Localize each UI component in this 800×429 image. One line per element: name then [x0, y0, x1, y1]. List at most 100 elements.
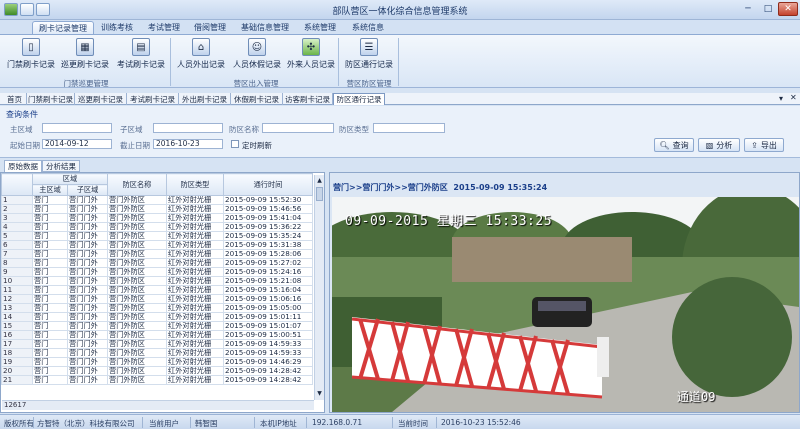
- document-tabs: 首页 门禁刷卡记录 巡更刷卡记录 考试刷卡记录 外出刷卡记录 休假刷卡记录 访客…: [0, 93, 800, 105]
- col-header-sub-area[interactable]: 子区域: [67, 184, 108, 196]
- table-cell: 红外对射光栅: [166, 303, 224, 313]
- end-date-input[interactable]: 2016-10-23: [153, 139, 223, 149]
- grid-horizontal-scrollbar[interactable]: 12617: [2, 400, 314, 410]
- doc-tab-out[interactable]: 外出刷卡记录: [179, 93, 231, 105]
- analyze-button[interactable]: ▧ 分析: [698, 138, 740, 152]
- tab-dropdown-icon[interactable]: ▾: [779, 94, 783, 103]
- table-cell: 营门: [32, 321, 68, 331]
- zone-pass-records-button[interactable]: ☰ 防区通行记录: [344, 38, 394, 74]
- table-cell: 营门外防区: [107, 276, 167, 286]
- scroll-down-icon[interactable]: ▼: [316, 390, 323, 398]
- col-header-pass-time[interactable]: 通行时间: [223, 173, 313, 196]
- table-cell: 营门外防区: [107, 204, 167, 214]
- tab-raw-data[interactable]: 原始数据: [4, 160, 42, 172]
- table-cell: 营门: [32, 357, 68, 367]
- table-row[interactable]: 6 营门 营门门外 营门外防区 红外对射光栅 2015-09-09 15:31:38: [1, 240, 313, 250]
- camp-input[interactable]: [42, 123, 112, 133]
- table-cell: 红外对射光栅: [166, 276, 224, 286]
- table-cell: 营门外防区: [107, 348, 167, 358]
- maximize-button[interactable]: □: [758, 2, 778, 16]
- tab-analysis-result[interactable]: 分析结果: [42, 160, 80, 172]
- zone-name-input[interactable]: [262, 123, 334, 133]
- ribbon-tab-training[interactable]: 训练考核: [96, 21, 138, 34]
- doc-tab-visitor[interactable]: 访客刷卡记录: [283, 93, 333, 105]
- camp-label: 主区域: [10, 125, 33, 134]
- tab-close-icon[interactable]: ✕: [790, 93, 797, 102]
- table-cell: 2015-09-09 15:16:04: [223, 285, 313, 295]
- table-cell: 营门门外: [67, 213, 108, 223]
- ribbon: ▯ 门禁刷卡记录 ▦ 巡更刷卡记录 ▤ 考试刷卡记录 门禁巡更管理 ⌂ 人员外出记录 ☺…: [0, 34, 800, 88]
- col-header-zone-name[interactable]: 防区名称: [107, 173, 167, 196]
- minimize-button[interactable]: ─: [738, 2, 758, 16]
- doc-tab-patrol[interactable]: 巡更刷卡记录: [75, 93, 127, 105]
- table-cell: 营门门外: [67, 249, 108, 259]
- row-number: 7: [1, 249, 33, 259]
- table-row[interactable]: 1 营门 营门门外 营门外防区 红外对射光栅 2015-09-09 15:52:30: [1, 195, 313, 205]
- grid-vertical-scrollbar[interactable]: ▲ ▼: [314, 175, 324, 400]
- table-cell: 营门: [32, 339, 68, 349]
- zone-type-input[interactable]: [373, 123, 445, 133]
- ribbon-tab-system-info[interactable]: 系统信息: [346, 21, 390, 34]
- table-cell: 营门: [32, 240, 68, 250]
- table-row[interactable]: 4 营门 营门门外 营门外防区 红外对射光栅 2015-09-09 15:36:22: [1, 222, 313, 232]
- col-header-zone-type[interactable]: 防区类型: [166, 173, 224, 196]
- scroll-up-icon[interactable]: ▲: [316, 177, 323, 185]
- ribbon-tab-system-admin[interactable]: 系统管理: [298, 21, 342, 34]
- table-row[interactable]: 21 营门 营门门外 营门外防区 红外对射光栅 2015-09-09 14:28:42: [1, 375, 313, 385]
- personnel-out-records-button[interactable]: ⌂ 人员外出记录: [176, 38, 226, 74]
- table-row[interactable]: 3 营门 营门门外 营门外防区 红外对射光栅 2015-09-09 15:41:04: [1, 213, 313, 223]
- table-row[interactable]: 5 营门 营门门外 营门外防区 红外对射光栅 2015-09-09 15:35:24: [1, 231, 313, 241]
- table-cell: 红外对射光栅: [166, 294, 224, 304]
- table-cell: 营门门外: [67, 375, 108, 385]
- visitor-records-button[interactable]: ✣ 外来人员记录: [286, 38, 336, 74]
- start-date-input[interactable]: 2014-09-12: [42, 139, 112, 149]
- doc-tab-zone[interactable]: 防区通行记录: [333, 93, 385, 105]
- doc-tab-home[interactable]: 首页: [3, 93, 27, 105]
- person-icon: ☺: [248, 38, 266, 56]
- personnel-leave-records-button[interactable]: ☺ 人员休假记录: [232, 38, 282, 74]
- ribbon-tab-exams[interactable]: 考试管理: [142, 21, 186, 34]
- table-row[interactable]: 20 营门 营门门外 营门外防区 红外对射光栅 2015-09-09 14:28:42: [1, 366, 313, 376]
- group-label-entry: 营区出入管理: [233, 79, 279, 88]
- table-row[interactable]: 15 营门 营门门外 营门外防区 红外对射光栅 2015-09-09 15:01:07: [1, 321, 313, 331]
- table-row[interactable]: 18 营门 营门门外 营门外防区 红外对射光栅 2015-09-09 14:59:33: [1, 348, 313, 358]
- table-row[interactable]: 10 营门 营门门外 营门外防区 红外对射光栅 2015-09-09 15:21:08: [1, 276, 313, 286]
- ribbon-tab-borrowing[interactable]: 借阅管理: [188, 21, 232, 34]
- table-cell: 营门门外: [67, 312, 108, 322]
- doc-tab-leave[interactable]: 休假刷卡记录: [231, 93, 283, 105]
- table-row[interactable]: 11 营门 营门门外 营门外防区 红外对射光栅 2015-09-09 15:16:04: [1, 285, 313, 295]
- sub-area-input[interactable]: [153, 123, 223, 133]
- patrol-card-records-button[interactable]: ▦ 巡更刷卡记录: [60, 38, 110, 74]
- table-cell: 营门门外: [67, 303, 108, 313]
- table-cell: 营门门外: [67, 348, 108, 358]
- table-cell: 红外对射光栅: [166, 357, 224, 367]
- doc-tab-exam[interactable]: 考试刷卡记录: [127, 93, 179, 105]
- export-button[interactable]: ⇪ 导出: [744, 138, 784, 152]
- exam-card-records-button[interactable]: ▤ 考试刷卡记录: [116, 38, 166, 74]
- row-number: 16: [1, 330, 33, 340]
- close-button[interactable]: ✕: [778, 2, 798, 16]
- auto-refresh-checkbox[interactable]: [231, 140, 239, 148]
- scroll-thumb[interactable]: [316, 187, 323, 201]
- data-sub-tabs: 原始数据 分析结果: [0, 160, 325, 172]
- table-row[interactable]: 2 营门 营门门外 营门外防区 红外对射光栅 2015-09-09 15:46:56: [1, 204, 313, 214]
- query-button[interactable]: 🔍︎ 查询: [654, 138, 694, 152]
- table-row[interactable]: 16 营门 营门门外 营门外防区 红外对射光栅 2015-09-09 15:00:51: [1, 330, 313, 340]
- table-row[interactable]: 13 营门 营门门外 营门外防区 红外对射光栅 2015-09-09 15:05:00: [1, 303, 313, 313]
- table-row[interactable]: 19 营门 营门门外 营门外防区 红外对射光栅 2015-09-09 14:46:29: [1, 357, 313, 367]
- table-cell: 营门: [32, 213, 68, 223]
- table-row[interactable]: 8 营门 营门门外 营门外防区 红外对射光栅 2015-09-09 15:27:02: [1, 258, 313, 268]
- table-row[interactable]: 9 营门 营门门外 营门外防区 红外对射光栅 2015-09-09 15:24:16: [1, 267, 313, 277]
- table-cell: 营门外防区: [107, 195, 167, 205]
- ribbon-tab-card-records[interactable]: 刷卡记录管理: [32, 21, 94, 34]
- table-cell: 红外对射光栅: [166, 348, 224, 358]
- table-row[interactable]: 12 营门 营门门外 营门外防区 红外对射光栅 2015-09-09 15:06:16: [1, 294, 313, 304]
- row-number: 4: [1, 222, 33, 232]
- col-header-camp[interactable]: 主区域: [32, 184, 68, 196]
- table-row[interactable]: 17 营门 营门门外 营门外防区 红外对射光栅 2015-09-09 14:59:33: [1, 339, 313, 349]
- table-row[interactable]: 14 营门 营门门外 营门外防区 红外对射光栅 2015-09-09 15:01:11: [1, 312, 313, 322]
- table-row[interactable]: 7 营门 营门门外 营门外防区 红外对射光栅 2015-09-09 15:28:06: [1, 249, 313, 259]
- ribbon-tab-basic-info[interactable]: 基础信息管理: [236, 21, 294, 34]
- doc-tab-door[interactable]: 门禁刷卡记录: [27, 93, 75, 105]
- door-card-records-button[interactable]: ▯ 门禁刷卡记录: [6, 38, 56, 74]
